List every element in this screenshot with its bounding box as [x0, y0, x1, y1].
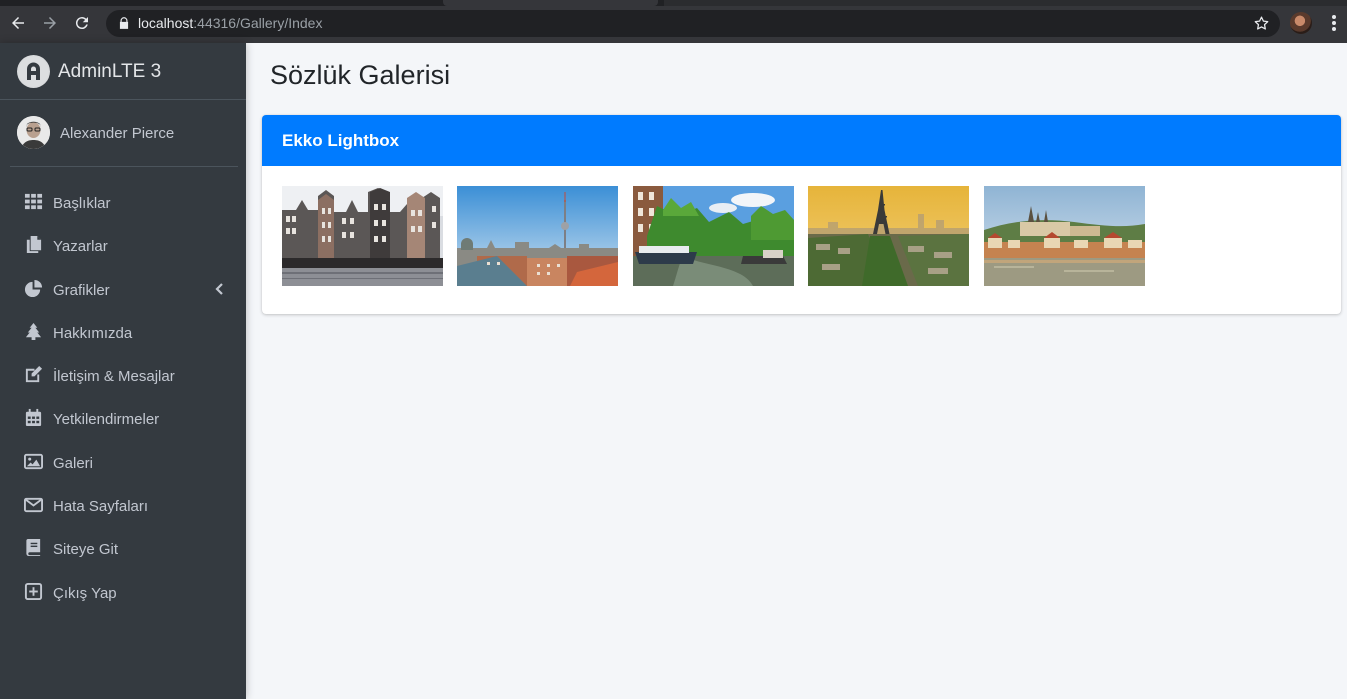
- sidebar-item-yazarlar[interactable]: Yazarlar: [8, 224, 238, 267]
- browser-toolbar: localhost:44316/Gallery/Index: [0, 0, 1347, 43]
- avatar[interactable]: [17, 116, 50, 149]
- user-name[interactable]: Alexander Pierce: [60, 125, 174, 142]
- sidebar-menu: Başlıklar Yazarlar Grafikler Hakkımızda …: [8, 181, 238, 614]
- sidebar-item-siteye-git[interactable]: Siteye Git: [8, 527, 238, 570]
- brand-link[interactable]: AdminLTE 3: [0, 43, 246, 100]
- sidebar-item-cikis-yap[interactable]: Çıkış Yap: [8, 571, 238, 614]
- chevron-left-icon[interactable]: [214, 282, 224, 296]
- image-icon: [24, 452, 43, 471]
- copy-icon: [24, 235, 43, 254]
- adminlte-logo: [17, 55, 50, 88]
- main-sidebar: AdminLTE 3 Alexander Pierce Başlıklar Ya…: [0, 43, 246, 699]
- tree-icon: [24, 322, 43, 341]
- sidebar-item-label: Hata Sayfaları: [53, 498, 149, 516]
- sidebar-item-yetkilendirmeler[interactable]: Yetkilendirmeler: [8, 397, 238, 440]
- edit-icon: [24, 365, 43, 384]
- gallery-image-amsterdam-canal-houses[interactable]: [282, 186, 443, 286]
- gallery-card: Ekko Lightbox: [262, 115, 1341, 314]
- calendar-icon: [24, 408, 43, 427]
- browser-tab-strip-rest: [664, 0, 1347, 6]
- sidebar-item-galeri[interactable]: Galeri: [8, 441, 238, 484]
- tab-strip: [0, 0, 1347, 6]
- brand-name: AdminLTE 3: [58, 61, 162, 82]
- content-wrapper: Sözlük Galerisi Ekko Lightbox: [246, 43, 1347, 699]
- reload-icon[interactable]: [71, 12, 93, 34]
- star-icon[interactable]: [1253, 15, 1270, 32]
- sidebar-item-grafikler[interactable]: Grafikler: [8, 268, 238, 311]
- sidebar-item-label: Siteye Git: [53, 541, 119, 559]
- plus-square-icon: [24, 582, 43, 601]
- chart-pie-icon: [24, 279, 43, 298]
- user-panel: Alexander Pierce: [10, 100, 238, 167]
- th-grid-icon: [24, 192, 43, 211]
- profile-avatar[interactable]: [1290, 12, 1312, 34]
- kebab-menu-icon[interactable]: [1326, 13, 1342, 33]
- lock-icon[interactable]: [117, 16, 131, 30]
- sidebar-item-label: Yetkilendirmeler: [53, 411, 160, 429]
- sidebar-item-basliklar[interactable]: Başlıklar: [8, 181, 238, 224]
- card-title: Ekko Lightbox: [282, 131, 400, 150]
- back-arrow-icon[interactable]: [7, 12, 29, 34]
- address-bar[interactable]: localhost:44316/Gallery/Index: [106, 10, 1280, 37]
- url-path: :44316/Gallery/Index: [193, 15, 323, 31]
- page-title: Sözlük Galerisi: [270, 60, 451, 90]
- book-icon: [24, 538, 43, 557]
- sidebar-item-label: Çıkış Yap: [53, 584, 117, 602]
- gallery-image-prague-castle-riverside[interactable]: [984, 186, 1145, 286]
- sidebar-item-label: İletişim & Mesajlar: [53, 368, 175, 386]
- sidebar-item-label: Yazarlar: [53, 238, 108, 256]
- gallery-image-paris-eiffel-tower[interactable]: [808, 186, 969, 286]
- sidebar-item-hakkimizda[interactable]: Hakkımızda: [8, 311, 238, 354]
- sidebar-item-label: Galeri: [53, 454, 94, 472]
- sidebar-item-label: Başlıklar: [53, 195, 111, 212]
- url-text[interactable]: localhost:44316/Gallery/Index: [138, 16, 322, 31]
- card-header: Ekko Lightbox: [262, 115, 1341, 166]
- sidebar-item-label: Grafikler: [53, 281, 110, 299]
- sidebar-item-label: Hakkımızda: [53, 324, 133, 342]
- sidebar-item-iletisim[interactable]: İletişim & Mesajlar: [8, 354, 238, 397]
- sidebar-item-hata-sayfalari[interactable]: Hata Sayfaları: [8, 484, 238, 527]
- forward-arrow-icon[interactable]: [39, 12, 61, 34]
- envelope-icon: [24, 495, 43, 514]
- gallery-image-amsterdam-canal-boats[interactable]: [633, 186, 794, 286]
- browser-tab-active[interactable]: [443, 0, 658, 6]
- gallery-image-berlin-tv-tower-skyline[interactable]: [457, 186, 618, 286]
- url-host: localhost: [138, 15, 194, 31]
